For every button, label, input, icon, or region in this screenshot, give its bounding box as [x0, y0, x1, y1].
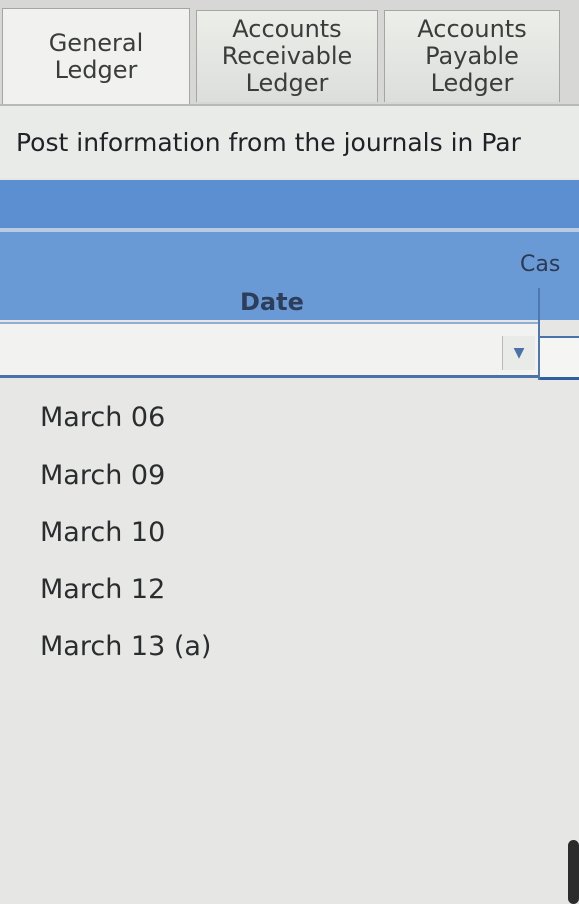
dropdown-option[interactable]: March 13 (a): [40, 631, 211, 662]
dropdown-option[interactable]: March 06: [40, 402, 165, 433]
table-header-band: [0, 180, 579, 228]
tab-bar: General Ledger Accounts Receivable Ledge…: [0, 0, 579, 104]
tab-general-ledger[interactable]: General Ledger: [2, 8, 190, 104]
cash-column-header: Cas: [520, 252, 561, 277]
instruction-text: Post information from the journals in Pa…: [16, 128, 521, 157]
tab-label: General Ledger: [48, 28, 144, 84]
dropdown-scrollbar[interactable]: [568, 840, 579, 904]
chevron-down-icon[interactable]: ▼: [502, 336, 535, 370]
dropdown-option[interactable]: March 09: [40, 460, 165, 491]
tab-label: Accounts Receivable Ledger: [221, 15, 353, 97]
dropdown-option[interactable]: March 12: [40, 574, 165, 605]
dropdown-option[interactable]: March 10: [40, 517, 165, 548]
date-column-header: Date: [240, 288, 304, 316]
tab-label: Accounts Payable Ledger: [417, 15, 527, 97]
tab-accounts-receivable-ledger[interactable]: Accounts Receivable Ledger: [196, 10, 378, 102]
cash-input-cell[interactable]: [540, 336, 579, 380]
tab-accounts-payable-ledger[interactable]: Accounts Payable Ledger: [384, 10, 560, 102]
instruction-bar: Post information from the journals in Pa…: [0, 104, 579, 178]
date-dropdown-list: March 06 March 09 March 10 March 12 Marc…: [0, 380, 579, 904]
date-select[interactable]: [0, 322, 538, 378]
